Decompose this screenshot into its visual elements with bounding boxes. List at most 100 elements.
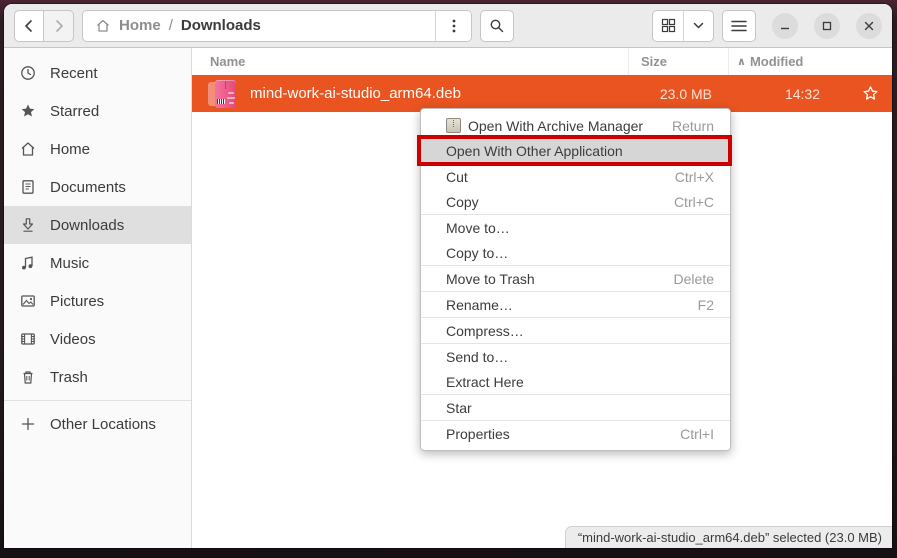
trash-icon <box>20 369 36 385</box>
star-toggle[interactable] <box>848 85 892 102</box>
sidebar-item-videos[interactable]: Videos <box>4 320 191 358</box>
file-modified-time: 14:32 <box>728 86 848 102</box>
minimize-button[interactable] <box>772 13 798 39</box>
file-row-selected[interactable]: mind-work-ai-studio_arm64.deb 23.0 MB 14… <box>192 75 892 112</box>
view-toggle-group <box>652 10 714 42</box>
nav-buttons <box>14 10 74 42</box>
chevron-left-icon <box>22 19 36 33</box>
plus-icon <box>20 416 36 432</box>
hamburger-menu-button[interactable] <box>722 10 756 42</box>
minimize-icon <box>779 20 791 32</box>
sidebar-item-label: Downloads <box>50 217 124 234</box>
menu-item-label: Copy to… <box>446 245 714 261</box>
breadcrumb-current[interactable]: Downloads <box>181 17 261 34</box>
close-icon <box>863 20 875 32</box>
menu-item-properties[interactable]: Properties Ctrl+I <box>421 421 730 446</box>
grid-view-button[interactable] <box>653 11 683 41</box>
menu-item-label: Open With Other Application <box>446 143 714 159</box>
view-options-button[interactable] <box>683 11 713 41</box>
sidebar-item-downloads[interactable]: Downloads <box>4 206 191 244</box>
column-header-modified[interactable]: ∧ Modified <box>728 48 848 75</box>
menu-item-move-to[interactable]: Move to… <box>421 215 730 240</box>
menu-item-label: Cut <box>446 169 675 185</box>
sidebar-item-other-locations[interactable]: Other Locations <box>4 405 191 443</box>
menu-item-accel: Delete <box>674 271 714 287</box>
sidebar-item-label: Documents <box>50 179 126 196</box>
path-bar-group: Home / Downloads <box>82 10 472 42</box>
menu-item-accel: Return <box>672 118 714 134</box>
sidebar-item-label: Videos <box>50 331 96 348</box>
column-header-size[interactable]: Size <box>628 48 728 75</box>
sidebar-item-label: Recent <box>50 65 98 82</box>
star-icon <box>20 103 36 119</box>
menu-item-label: Compress… <box>446 323 714 339</box>
sort-ascending-icon: ∧ <box>737 55 746 68</box>
deb-package-icon <box>208 80 238 108</box>
kebab-icon <box>452 18 456 34</box>
menu-item-label: Move to Trash <box>446 271 674 287</box>
file-size: 23.0 MB <box>628 86 728 102</box>
sidebar-item-pictures[interactable]: Pictures <box>4 282 191 320</box>
menu-item-star[interactable]: Star <box>421 395 730 420</box>
menu-item-send-to[interactable]: Send to… <box>421 344 730 369</box>
home-icon <box>95 18 111 34</box>
menu-item-label: Move to… <box>446 220 714 236</box>
maximize-button[interactable] <box>814 13 840 39</box>
breadcrumb[interactable]: Home / Downloads <box>83 11 435 41</box>
path-menu-button[interactable] <box>435 11 471 41</box>
sidebar-item-music[interactable]: Music <box>4 244 191 282</box>
close-button[interactable] <box>856 13 882 39</box>
sidebar-item-trash[interactable]: Trash <box>4 358 191 396</box>
menu-item-open-with-archive-manager[interactable]: Open With Archive Manager Return <box>421 113 730 138</box>
menu-item-rename[interactable]: Rename… F2 <box>421 292 730 317</box>
download-icon <box>20 217 36 233</box>
menu-item-copy-to[interactable]: Copy to… <box>421 240 730 265</box>
menu-item-copy[interactable]: Copy Ctrl+C <box>421 189 730 214</box>
sidebar-item-starred[interactable]: Starred <box>4 92 191 130</box>
forward-button[interactable] <box>44 10 74 42</box>
sidebar: Recent Starred Home Documents <box>4 48 192 548</box>
archive-manager-icon <box>446 118 461 133</box>
menu-item-extract-here[interactable]: Extract Here <box>421 369 730 394</box>
column-header-name[interactable]: Name <box>192 54 628 69</box>
sidebar-item-recent[interactable]: Recent <box>4 54 191 92</box>
menu-item-open-with-other-application[interactable]: Open With Other Application <box>421 138 730 163</box>
breadcrumb-separator: / <box>169 17 173 34</box>
film-icon <box>20 331 36 347</box>
clock-icon <box>20 65 36 81</box>
sidebar-item-label: Music <box>50 255 89 272</box>
breadcrumb-root[interactable]: Home <box>119 17 161 34</box>
menu-item-compress[interactable]: Compress… <box>421 318 730 343</box>
sidebar-item-home[interactable]: Home <box>4 130 191 168</box>
selection-status-bar: “mind-work-ai-studio_arm64.deb” selected… <box>565 526 892 548</box>
file-name: mind-work-ai-studio_arm64.deb <box>250 85 461 102</box>
chevron-down-icon <box>692 19 705 32</box>
star-outline-icon <box>862 85 879 102</box>
column-header-size-label: Size <box>641 54 667 69</box>
menu-item-cut[interactable]: Cut Ctrl+X <box>421 164 730 189</box>
menu-item-label: Open With Archive Manager <box>468 118 672 134</box>
back-button[interactable] <box>14 10 44 42</box>
sidebar-separator <box>4 400 191 401</box>
picture-icon <box>20 293 36 309</box>
menu-item-move-to-trash[interactable]: Move to Trash Delete <box>421 266 730 291</box>
menu-item-accel: F2 <box>698 297 714 313</box>
sidebar-item-documents[interactable]: Documents <box>4 168 191 206</box>
sidebar-item-label: Home <box>50 141 90 158</box>
sidebar-item-label: Starred <box>50 103 99 120</box>
menu-item-accel: Ctrl+C <box>674 194 714 210</box>
menu-item-label: Send to… <box>446 349 714 365</box>
search-button[interactable] <box>480 10 514 42</box>
column-header-modified-label: Modified <box>750 54 803 69</box>
chevron-right-icon <box>52 19 66 33</box>
document-icon <box>20 179 36 195</box>
menu-item-accel: Ctrl+X <box>675 169 714 185</box>
menu-item-label: Star <box>446 400 714 416</box>
grid-view-icon <box>661 18 676 33</box>
menu-item-label: Extract Here <box>446 374 714 390</box>
home-icon <box>20 141 36 157</box>
music-note-icon <box>20 255 36 271</box>
search-icon <box>489 18 505 34</box>
column-header-row: Name Size ∧ Modified <box>192 48 892 75</box>
file-manager-window: Home / Downloads <box>4 4 892 548</box>
